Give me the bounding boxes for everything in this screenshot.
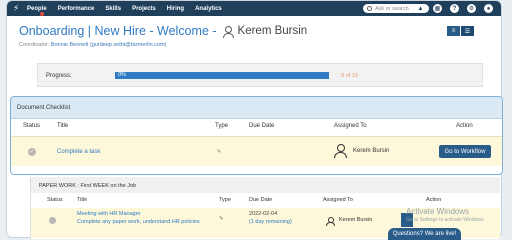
col-action: Action (456, 123, 473, 129)
page-title-user-name: Kerem Bursin (237, 25, 308, 37)
progress-label: Progress: (46, 73, 72, 79)
activate-windows-watermark: Activate Windows Go to Settings to activ… (406, 207, 485, 225)
task-title-link[interactable]: Complete a task (57, 149, 100, 155)
col-type: Type (215, 123, 229, 129)
pen-icon: ✎ (219, 216, 224, 222)
col-status: Status (47, 197, 63, 203)
due-remaining: (1 day remaining) (249, 219, 292, 225)
assignee-name: Kerem Bursin (353, 148, 390, 154)
nav-item-hiring[interactable]: Hiring (167, 6, 184, 12)
user-menu-icon[interactable]: ● (484, 4, 493, 13)
progress-panel: Progress: 0% 0 of 19 (37, 63, 483, 87)
status-check-icon: ✓ (28, 148, 36, 156)
checklist-table-header: Status Title Type Due Date Assigned To A… (11, 123, 502, 135)
nav-item-analytics[interactable]: Analytics (195, 6, 222, 12)
assignee-avatar-icon (334, 144, 347, 158)
status-check-icon (49, 217, 56, 224)
table-row: ✓ Complete a task ✎ Kerem Bursin Go to W… (11, 136, 502, 166)
due-date: 2022-02-04 (249, 211, 278, 217)
detail-view-button[interactable]: ☰ (461, 26, 474, 36)
nav-item-skills[interactable]: Skills (105, 6, 121, 12)
col-assigned-to: Assigned To (334, 123, 367, 129)
col-title: Title (57, 123, 69, 129)
user-icon (222, 25, 234, 38)
graduation-cap-icon[interactable]: ▲ (416, 4, 425, 13)
task-description: Complete any paper work, understand HR p… (77, 219, 200, 225)
nav-item-people[interactable]: People (27, 6, 47, 16)
col-due-date: Due Date (249, 197, 273, 203)
settings-icon[interactable]: ⚙ (467, 4, 476, 13)
col-title: Title (77, 197, 88, 203)
col-action: Action (426, 197, 442, 203)
paperwork-heading: PAPER WORK : First WEEK on the Job (31, 177, 500, 193)
document-checklist-panel: Document Checklist Status Title Type Due… (10, 96, 503, 175)
progress-bar: 0% (115, 72, 329, 79)
coordinator-name[interactable]: Bonnie Bennett (gurdeep.sethi@bizmerlin.… (51, 42, 167, 48)
assignee-avatar-icon (326, 217, 335, 226)
nav-icon-group: ▲ ▦ ? ⚙ ● (416, 4, 493, 13)
notification-dot (40, 11, 44, 16)
coordinator-label: Coordinator: (19, 42, 50, 48)
progress-percent: 0% (118, 72, 126, 78)
help-icon[interactable]: ? (450, 4, 459, 13)
list-view-button[interactable]: ≡ (447, 26, 460, 36)
pen-icon: ✎ (217, 149, 222, 155)
page-title: Onboarding | New Hire - Welcome - Kerem … (19, 24, 307, 38)
col-due-date: Due Date (249, 123, 275, 129)
watermark-subtitle: Go to Settings to activate Windows. (406, 217, 485, 223)
watermark-title: Activate Windows (406, 207, 470, 216)
col-assigned-to: Assigned To (323, 197, 353, 203)
nav-item-projects[interactable]: Projects (132, 6, 156, 12)
nav-item-performance[interactable]: Performance (58, 6, 95, 12)
go-to-workflow-button[interactable]: Go to Workflow (439, 145, 491, 158)
col-status: Status (23, 123, 41, 129)
top-navigation: ⚡ People Performance Skills Projects Hir… (7, 1, 501, 16)
page-title-text: Onboarding | New Hire - Welcome - (19, 24, 217, 38)
search-placeholder: Ask or search (375, 5, 409, 12)
col-type: Type (219, 197, 231, 203)
progress-count: 0 of 19 (341, 73, 358, 79)
live-chat-button[interactable]: Questions? We are live! (388, 228, 461, 240)
brand-logo-icon[interactable]: ⚡ (13, 3, 27, 14)
view-toggle: ≡ ☰ (447, 26, 474, 36)
coordinator-line: Coordinator: Bonnie Bennett (gurdeep.set… (19, 42, 166, 48)
checklist-heading: Document Checklist (11, 97, 502, 119)
search-icon (367, 6, 372, 11)
assignee-name: Kerem Bursin (339, 217, 373, 223)
paperwork-table-header: Status Title Type Due Date Assigned To A… (31, 197, 500, 207)
task-title-link[interactable]: Meeting with HR Manager (77, 211, 141, 217)
grid-icon[interactable]: ▦ (433, 4, 442, 13)
